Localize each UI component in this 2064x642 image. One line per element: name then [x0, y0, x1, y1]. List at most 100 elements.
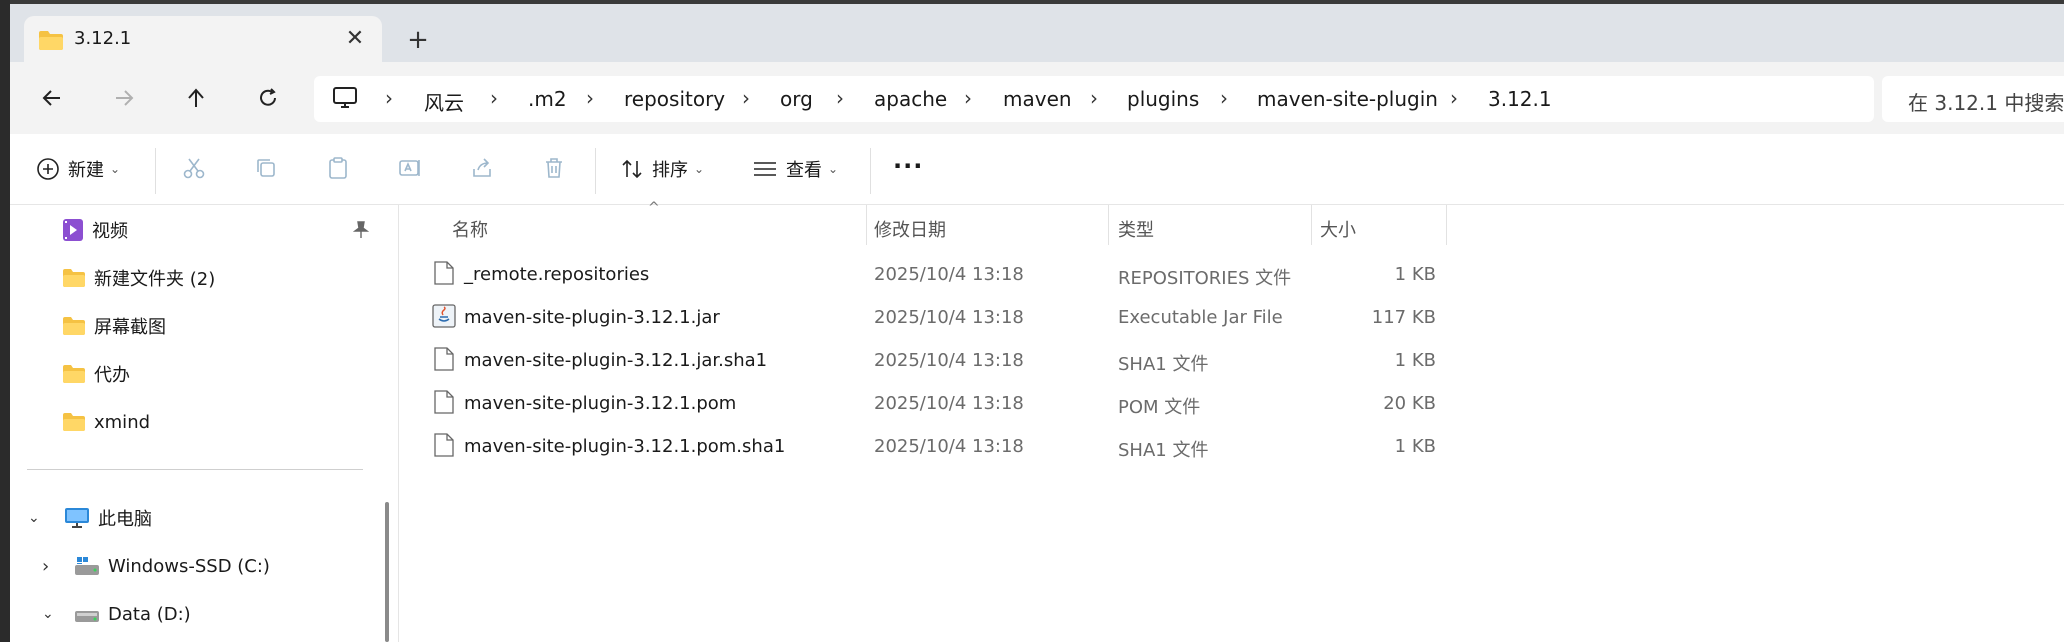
sidebar-item-screenshots[interactable]: 屏幕截图: [62, 308, 166, 344]
more-options-button[interactable]: ···: [893, 152, 923, 180]
copy-icon: [257, 159, 275, 177]
breadcrumb-separator: ›: [586, 86, 594, 110]
sidebar-item-label: 此电脑: [98, 509, 152, 530]
breadcrumb-item[interactable]: apache: [874, 87, 947, 111]
sidebar-item-label: Data (D:): [108, 603, 191, 625]
sidebar-item-label: 视频: [92, 221, 128, 242]
chevron-down-icon: ⌄: [694, 162, 705, 176]
tab-title: 3.12.1: [74, 28, 132, 49]
breadcrumb-separator: ›: [1090, 86, 1098, 110]
breadcrumb-item[interactable]: plugins: [1127, 87, 1199, 111]
folder-icon: [63, 269, 85, 287]
column-header-size[interactable]: 大小: [1320, 216, 1356, 242]
refresh-button[interactable]: [248, 78, 288, 118]
column-header-modified[interactable]: 修改日期: [874, 216, 946, 242]
file-icon: [434, 261, 454, 289]
file-name: maven-site-plugin-3.12.1.pom.sha1: [464, 436, 786, 457]
file-row[interactable]: maven-site-plugin-3.12.1.jar 2025/10/4 1…: [400, 296, 1460, 338]
new-button[interactable]: 新建 ⌄: [36, 156, 120, 182]
breadcrumb-separator: ›: [1220, 86, 1228, 110]
file-row[interactable]: _remote.repositories 2025/10/4 13:18 REP…: [400, 253, 1460, 295]
sidebar-item-drive-d[interactable]: ⌄ Data (D:): [42, 596, 191, 632]
sidebar-item-videos[interactable]: 视频: [62, 212, 128, 248]
tab-current[interactable]: 3.12.1 ✕: [24, 16, 382, 64]
cut-icon: [183, 158, 205, 179]
file-name: maven-site-plugin-3.12.1.jar.sha1: [464, 350, 768, 371]
breadcrumb-item[interactable]: repository: [624, 87, 725, 111]
file-type: REPOSITORIES 文件: [1118, 268, 1292, 289]
copy-button[interactable]: [254, 156, 278, 180]
file-modified: 2025/10/4 13:18: [874, 436, 1024, 457]
toolbar-divider: [595, 148, 596, 194]
column-divider[interactable]: [1311, 205, 1312, 245]
sidebar-item-drive-c[interactable]: › Windows-SSD (C:): [42, 548, 270, 584]
file-size: 1 KB: [1394, 264, 1436, 285]
view-list-icon: [754, 162, 776, 176]
arrow-right-icon: [116, 90, 134, 106]
sidebar-item-label: 屏幕截图: [94, 317, 166, 338]
breadcrumb-item[interactable]: maven: [1003, 87, 1072, 111]
breadcrumb-item[interactable]: maven-site-plugin: [1257, 87, 1438, 111]
column-header-name[interactable]: 名称: [452, 216, 488, 242]
video-folder-icon: [63, 219, 83, 241]
trash-icon: [546, 158, 562, 178]
column-divider[interactable]: [1446, 205, 1447, 245]
column-divider[interactable]: [1108, 205, 1109, 245]
back-button[interactable]: [32, 78, 72, 118]
drive-windows-icon: [75, 557, 99, 575]
arrow-left-icon: [42, 90, 60, 106]
sort-button[interactable]: 排序 ⌄: [620, 156, 704, 182]
sidebar-scrollbar[interactable]: [385, 502, 389, 642]
chevron-down-icon[interactable]: ⌄: [28, 510, 48, 526]
column-divider[interactable]: [866, 205, 867, 245]
file-size: 1 KB: [1394, 350, 1436, 371]
plus-circle-icon: [37, 158, 59, 180]
sidebar-item-new-folder-2[interactable]: 新建文件夹 (2): [62, 260, 215, 296]
cut-button[interactable]: [182, 156, 206, 180]
drive-icon: [75, 611, 99, 622]
breadcrumb-item[interactable]: 风云: [424, 87, 464, 116]
breadcrumb-item[interactable]: org: [780, 87, 813, 111]
file-row[interactable]: maven-site-plugin-3.12.1.pom.sha1 2025/1…: [400, 425, 1460, 467]
file-row[interactable]: maven-site-plugin-3.12.1.jar.sha1 2025/1…: [400, 339, 1460, 381]
paste-button[interactable]: [326, 156, 350, 180]
sidebar-item-xmind[interactable]: xmind: [62, 404, 150, 440]
file-row[interactable]: maven-site-plugin-3.12.1.pom 2025/10/4 1…: [400, 382, 1460, 424]
share-button[interactable]: [470, 156, 494, 180]
command-bar: [10, 134, 2064, 205]
forward-button[interactable]: [104, 78, 144, 118]
breadcrumb-item-current[interactable]: 3.12.1: [1488, 87, 1552, 111]
up-button[interactable]: [176, 78, 216, 118]
file-icon: [434, 390, 454, 418]
file-size: 1 KB: [1394, 436, 1436, 457]
computer-icon: [332, 86, 358, 114]
file-size: 20 KB: [1383, 393, 1436, 414]
breadcrumb-separator: ›: [385, 86, 393, 110]
sort-icon: [622, 159, 642, 179]
sort-ascending-icon: ^: [648, 200, 660, 216]
breadcrumb-item[interactable]: .m2: [528, 87, 567, 111]
file-icon: [434, 347, 454, 375]
sidebar-item-todo[interactable]: 代办: [62, 356, 130, 392]
close-icon[interactable]: ✕: [340, 24, 370, 54]
delete-button[interactable]: [542, 156, 566, 180]
new-tab-button[interactable]: +: [398, 20, 438, 60]
pane-divider[interactable]: [398, 205, 399, 642]
pin-icon[interactable]: [352, 221, 370, 243]
jar-icon: [432, 304, 456, 332]
column-header-type[interactable]: 类型: [1118, 216, 1154, 242]
sidebar-item-label: 新建文件夹 (2): [94, 269, 216, 290]
sidebar-item-label: Windows-SSD (C:): [108, 555, 270, 577]
chevron-right-icon[interactable]: ›: [42, 556, 62, 577]
sidebar-item-this-pc[interactable]: ⌄ 此电脑: [28, 500, 152, 536]
folder-icon: [38, 29, 64, 55]
search-input[interactable]: 在 3.12.1 中搜索: [1882, 76, 2064, 122]
file-size: 117 KB: [1371, 307, 1436, 328]
view-button[interactable]: 查看 ⌄: [752, 156, 838, 182]
chevron-down-icon[interactable]: ⌄: [42, 606, 62, 622]
rename-button[interactable]: [398, 156, 422, 180]
new-button-label: 新建: [68, 160, 104, 181]
sort-button-label: 排序: [652, 160, 688, 181]
refresh-icon: [260, 88, 276, 106]
chevron-down-icon: ⌄: [110, 162, 121, 176]
